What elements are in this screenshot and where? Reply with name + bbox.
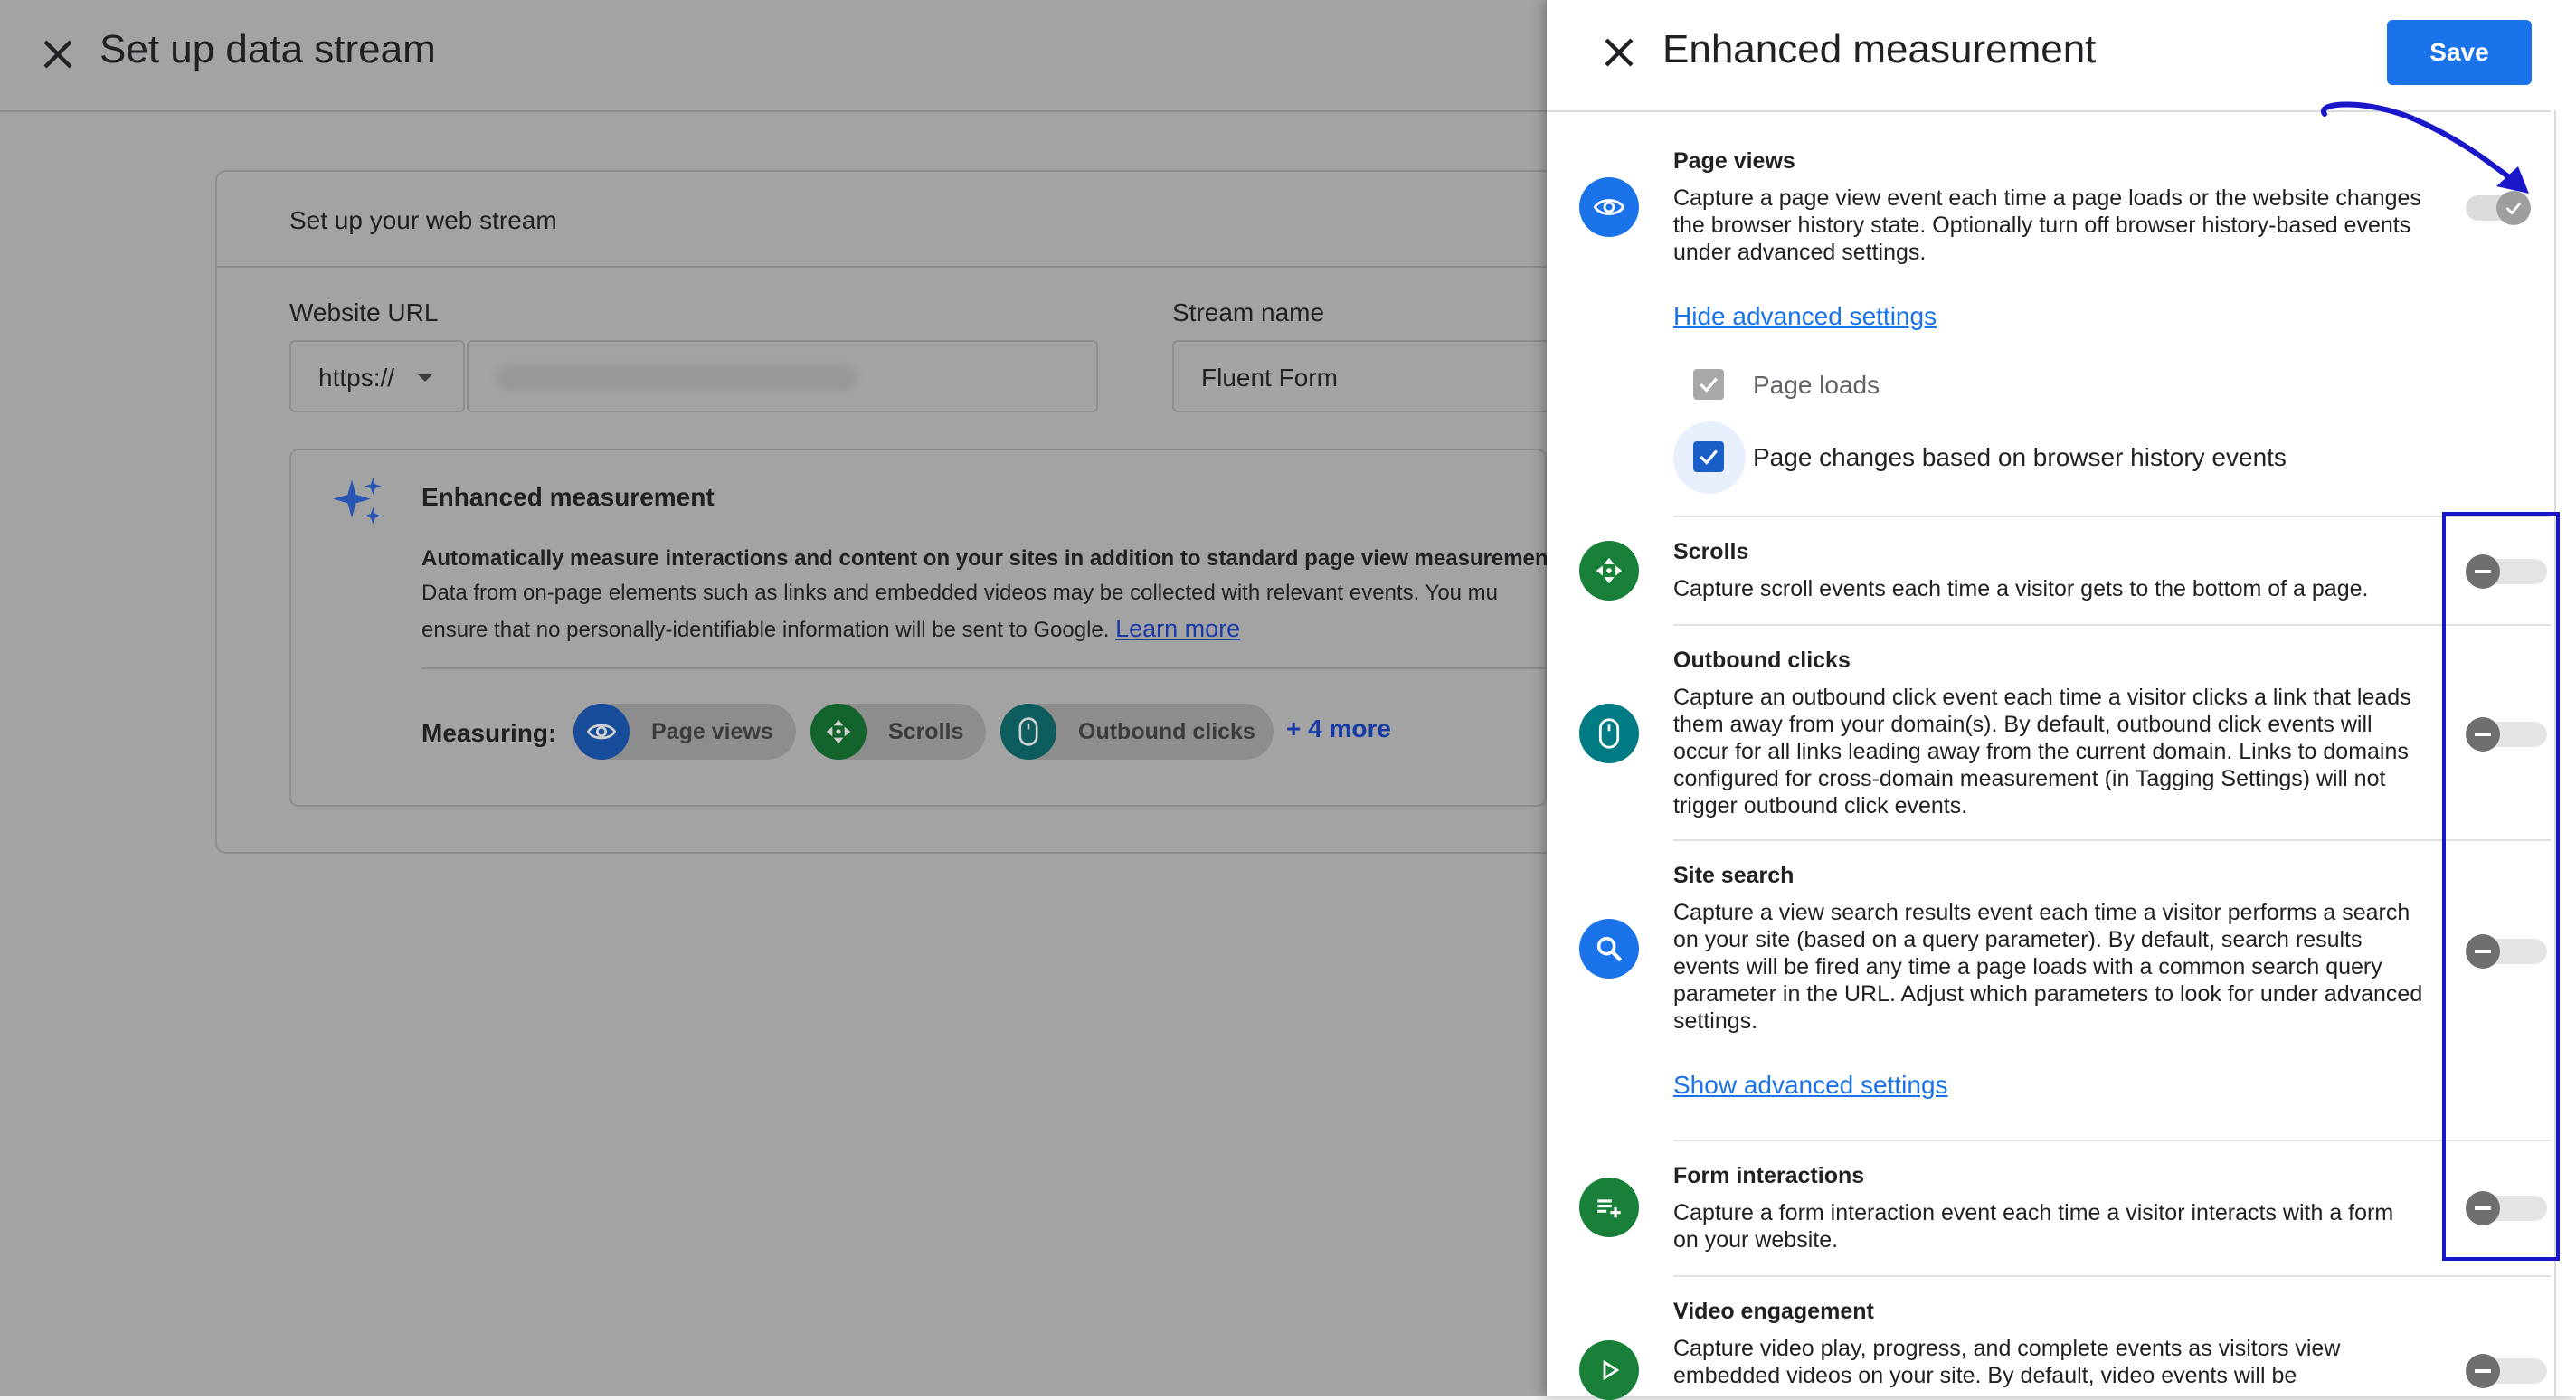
dropdown-arrow-icon: [418, 374, 432, 382]
learn-more-link[interactable]: Learn more: [1115, 615, 1240, 642]
page-views-eye-icon: [1579, 177, 1639, 237]
website-url-input[interactable]: [467, 340, 1098, 412]
sparkle-icon: [333, 478, 382, 525]
section-desc-video-engagement: Capture video play, progress, and comple…: [1673, 1336, 2341, 1388]
section-title-form-interactions: Form interactions: [1673, 1163, 1865, 1188]
site-search-magnifier-icon: [1579, 919, 1639, 979]
video-engagement-play-icon: [1579, 1340, 1639, 1400]
close-icon[interactable]: [36, 33, 80, 76]
divider: [1673, 839, 2551, 841]
mouse-icon: [1000, 704, 1056, 760]
page-title: Set up data stream: [99, 27, 436, 71]
section-desc-form-interactions: Capture a form interaction event each ti…: [1673, 1200, 2394, 1253]
section-title-site-search: Site search: [1673, 863, 1795, 888]
page-loads-checkbox[interactable]: [1693, 369, 1724, 400]
chip-page-views: Page views: [573, 704, 796, 760]
section-desc-scrolls: Capture scroll events each time a visito…: [1673, 576, 2369, 601]
chip-outbound-clicks: Outbound clicks: [1000, 704, 1274, 760]
annotation-highlight-box: [2442, 512, 2560, 1261]
section-title-scrolls: Scrolls: [1673, 539, 1749, 564]
section-desc-outbound-clicks: Capture an outbound click event each tim…: [1673, 685, 2411, 818]
divider: [1673, 1275, 2551, 1277]
enhanced-measurement-panel: Enhanced measurement Save Page views Cap…: [1547, 0, 2576, 1400]
close-icon[interactable]: [1597, 31, 1641, 74]
divider: [1673, 624, 2551, 626]
section-title-outbound-clicks: Outbound clicks: [1673, 648, 1851, 673]
scroll-icon: [810, 704, 867, 760]
show-advanced-settings-link[interactable]: Show advanced settings: [1673, 1071, 1948, 1100]
enhanced-desc-line2: Data from on-page elements such as links…: [421, 581, 1499, 605]
section-desc-site-search: Capture a view search results event each…: [1673, 900, 2423, 1034]
divider: [421, 667, 1547, 669]
annotation-arrow-icon: [2320, 101, 2529, 194]
blurred-url: [496, 365, 857, 391]
page-loads-label: Page loads: [1753, 371, 1880, 399]
website-url-label: Website URL: [289, 298, 439, 326]
divider: [1673, 516, 2551, 517]
section-title-page-views: Page views: [1673, 148, 1795, 174]
stream-name-input[interactable]: Fluent Form: [1172, 340, 1570, 412]
card-title: Set up your web stream: [289, 206, 557, 234]
minus-icon: [2475, 1369, 2491, 1373]
enhanced-desc-bold: Automatically measure interactions and c…: [421, 546, 1547, 571]
measuring-label: Measuring:: [421, 719, 557, 747]
history-events-label: Page changes based on browser history ev…: [1753, 443, 2287, 471]
enhanced-title: Enhanced measurement: [421, 483, 715, 511]
check-icon: [1700, 377, 1718, 393]
stream-name-label: Stream name: [1172, 298, 1325, 326]
more-chips-link[interactable]: + 4 more: [1286, 714, 1391, 743]
section-title-video-engagement: Video engagement: [1673, 1299, 1874, 1324]
form-interactions-icon: [1579, 1178, 1639, 1237]
protocol-select[interactable]: https://: [289, 340, 465, 412]
chip-scrolls: Scrolls: [810, 704, 986, 760]
page-header: Set up data stream: [0, 0, 1547, 112]
save-button[interactable]: Save: [2387, 20, 2532, 85]
history-events-checkbox[interactable]: [1693, 441, 1724, 472]
enhanced-desc-line3: ensure that no personally-identifiable i…: [421, 615, 1241, 642]
background-page: Set up data stream Set up your web strea…: [0, 0, 1576, 1396]
hide-advanced-settings-link[interactable]: Hide advanced settings: [1673, 302, 1937, 331]
divider: [217, 266, 1547, 268]
panel-title: Enhanced measurement: [1662, 27, 2097, 71]
divider: [1673, 1140, 2551, 1141]
eye-icon: [573, 704, 630, 760]
scrolls-icon: [1579, 541, 1639, 601]
outbound-clicks-mouse-icon: [1579, 704, 1639, 763]
check-icon: [1700, 449, 1718, 465]
video-engagement-toggle-knob[interactable]: [2466, 1354, 2500, 1388]
